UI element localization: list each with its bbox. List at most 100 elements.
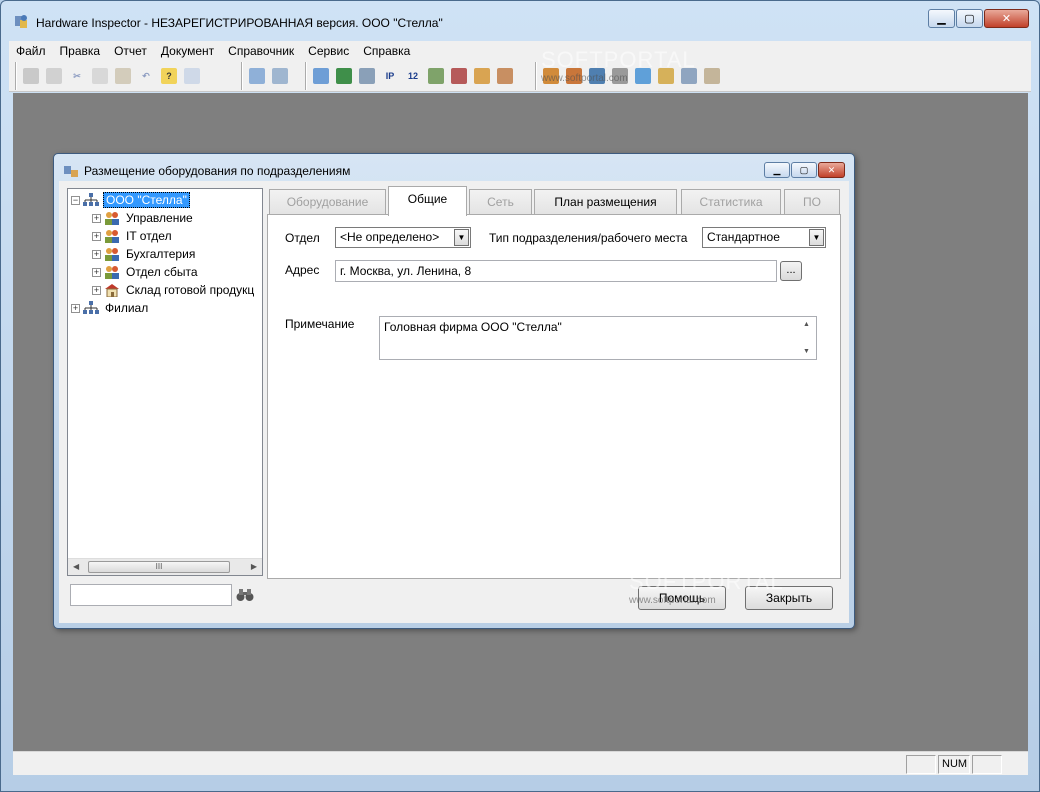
tab-placement-plan[interactable]: План размещения [534, 189, 677, 215]
dialog-close-button[interactable]: ✕ [818, 162, 845, 178]
tree-label-branch[interactable]: Филиал [103, 301, 150, 315]
tab-network[interactable]: Сеть [469, 189, 532, 215]
search-tree-icon[interactable] [272, 68, 288, 84]
tree-label-root[interactable]: ООО "Стелла" [103, 192, 190, 208]
scroll-thumb[interactable]: III [88, 561, 230, 573]
scroll-down-icon[interactable]: ▼ [803, 348, 810, 355]
tab-statistics[interactable]: Статистика [681, 189, 781, 215]
tree-label[interactable]: Бухгалтерия [124, 247, 197, 261]
org-icon [83, 301, 99, 314]
toolbar-group-edit: ✂ ↶ ? [15, 62, 237, 90]
dialog-minimize-button[interactable]: ▁ [764, 162, 790, 178]
ip-icon[interactable]: IP [382, 68, 398, 84]
cut-icon[interactable]: ✂ [69, 68, 85, 84]
dialog-icon [64, 166, 78, 177]
expand-icon[interactable]: + [92, 267, 101, 277]
tree-node[interactable]: + Управление [92, 209, 195, 227]
chevron-down-icon[interactable]: ▼ [454, 229, 469, 246]
preview-icon[interactable] [46, 68, 62, 84]
tab-equipment[interactable]: Оборудование [269, 189, 386, 215]
menu-reference[interactable]: Справочник [221, 44, 301, 58]
tools-icon[interactable] [474, 68, 490, 84]
help-icon[interactable]: ? [161, 68, 177, 84]
numbers-icon[interactable]: 12 [405, 68, 421, 84]
menu-edit[interactable]: Правка [53, 44, 108, 58]
copy-icon[interactable] [92, 68, 108, 84]
undo-icon[interactable]: ↶ [138, 68, 154, 84]
tab-software[interactable]: ПО [784, 189, 840, 215]
expand-icon[interactable]: + [92, 249, 101, 259]
department-select[interactable]: <Не определено> ▼ [335, 227, 471, 248]
address-label: Адрес [285, 263, 320, 277]
tree-node[interactable]: + Отдел сбыта [92, 263, 200, 281]
menu-bar: Файл Правка Отчет Документ Справочник Се… [9, 41, 1031, 60]
minimize-button[interactable]: ▁ [928, 9, 955, 28]
expand-icon[interactable]: + [92, 285, 101, 295]
department-value: <Не определено> [340, 230, 440, 244]
address-field[interactable]: г. Москва, ул. Ленина, 8 [335, 260, 777, 282]
tree-hscrollbar[interactable]: ◀ III ▶ [68, 558, 262, 575]
placement-dialog: Размещение оборудования по подразделения… [53, 153, 855, 629]
tree-node[interactable]: + Склад готовой продукц [92, 281, 262, 299]
tree-node[interactable]: + IT отдел [92, 227, 174, 245]
tree-label[interactable]: Управление [124, 211, 195, 225]
chevron-down-icon[interactable]: ▼ [809, 229, 824, 246]
expand-icon[interactable]: + [71, 303, 80, 313]
expand-icon[interactable]: + [92, 213, 101, 223]
scroll-up-icon[interactable]: ▲ [803, 321, 810, 328]
window-icon[interactable] [184, 68, 200, 84]
warehouse-icon [105, 284, 119, 297]
watermark-dialog: SOFTPORTAL www.softportal.com [629, 569, 784, 606]
status-panel-num: NUM [938, 755, 970, 774]
tree-node-root[interactable]: − ООО "Стелла" [71, 191, 190, 209]
menu-service[interactable]: Сервис [301, 44, 356, 58]
department-tree[interactable]: − ООО "Стелла" + Управление + IT отдел +… [67, 188, 263, 576]
board-icon[interactable] [336, 68, 352, 84]
address-browse-button[interactable]: ... [780, 261, 802, 281]
toolbar-group-hardware: IP 12 [305, 62, 531, 90]
tree-node[interactable]: + Бухгалтерия [92, 245, 197, 263]
disk-icon[interactable] [359, 68, 375, 84]
tree-search-input[interactable] [70, 584, 232, 606]
toolbar: ✂ ↶ ? IP 12 [9, 60, 1031, 92]
tree-label[interactable]: Отдел сбыта [124, 265, 200, 279]
window-title: Hardware Inspector - НЕЗАРЕГИСТРИРОВАННА… [36, 16, 443, 30]
user-doc-icon[interactable] [497, 68, 513, 84]
menu-file[interactable]: Файл [9, 44, 53, 58]
collapse-icon[interactable]: − [71, 195, 80, 205]
tree-node-branch[interactable]: + Филиал [71, 299, 150, 317]
paste-icon[interactable] [115, 68, 131, 84]
chart-icon[interactable] [428, 68, 444, 84]
people-icon [105, 266, 119, 279]
maximize-button[interactable]: ▢ [956, 9, 983, 28]
unit-type-select[interactable]: Стандартное ▼ [702, 227, 826, 248]
unit-type-label: Тип подразделения/рабочего места [489, 231, 688, 245]
tree-label[interactable]: IT отдел [124, 229, 174, 243]
menu-document[interactable]: Документ [154, 44, 221, 58]
computer-icon[interactable] [313, 68, 329, 84]
org-icon [83, 193, 99, 206]
watermark-top: SOFTPORTAL www.softportal.com [541, 47, 696, 84]
settings-icon[interactable] [704, 68, 720, 84]
note-textarea[interactable]: Головная фирма ООО "Стелла" ▲ ▼ [379, 316, 817, 360]
status-panel-caps [906, 755, 936, 774]
close-button[interactable]: ✕ [984, 9, 1029, 28]
tab-general[interactable]: Общие [388, 186, 467, 216]
note-scrollbar[interactable]: ▲ ▼ [800, 318, 815, 358]
status-panel-scroll [972, 755, 1002, 774]
scroll-left-icon[interactable]: ◀ [73, 562, 79, 571]
app-icon [15, 15, 27, 28]
scroll-right-icon[interactable]: ▶ [251, 562, 257, 571]
doc-check-icon[interactable] [451, 68, 467, 84]
print-icon[interactable] [23, 68, 39, 84]
dialog-maximize-button[interactable]: ▢ [791, 162, 817, 178]
binoculars-icon[interactable] [235, 584, 255, 606]
tree-icon[interactable] [249, 68, 265, 84]
tree-label[interactable]: Склад готовой продукц [124, 283, 256, 297]
expand-icon[interactable]: + [92, 231, 101, 241]
dialog-body: − ООО "Стелла" + Управление + IT отдел +… [59, 181, 849, 623]
menu-help[interactable]: Справка [356, 44, 417, 58]
toolbar-group-tree [241, 62, 301, 90]
people-icon [105, 230, 119, 243]
menu-report[interactable]: Отчет [107, 44, 154, 58]
